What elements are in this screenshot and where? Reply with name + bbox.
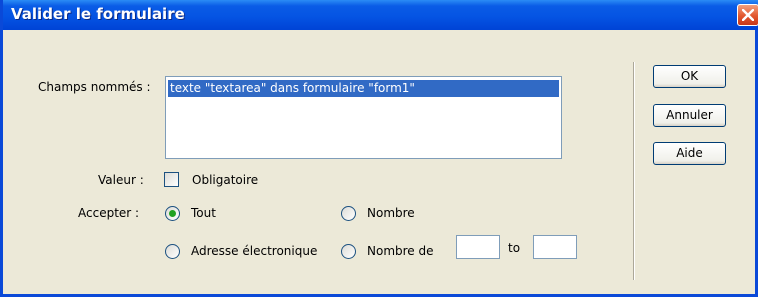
- button-separator: [633, 62, 635, 280]
- accept-label: Accepter :: [78, 206, 140, 220]
- radio-email[interactable]: [165, 244, 180, 259]
- required-checkbox[interactable]: [164, 172, 179, 187]
- dialog-window: Valider le formulaire Champs nommés : te…: [0, 0, 758, 297]
- radio-selected-dot: [169, 210, 176, 217]
- cancel-button[interactable]: Annuler: [653, 104, 726, 127]
- radio-number-range[interactable]: [341, 244, 356, 259]
- range-to-input[interactable]: [533, 235, 577, 259]
- range-to-label: to: [508, 241, 521, 255]
- radio-email-label[interactable]: Adresse électronique: [191, 244, 317, 258]
- help-button[interactable]: Aide: [653, 142, 726, 165]
- radio-number[interactable]: [341, 206, 356, 221]
- radio-anything[interactable]: [165, 206, 180, 221]
- named-fields-list[interactable]: texte "textarea" dans formulaire "form1": [165, 76, 562, 159]
- close-button[interactable]: [737, 4, 758, 26]
- radio-anything-label[interactable]: Tout: [191, 206, 216, 220]
- required-label[interactable]: Obligatoire: [192, 173, 258, 187]
- title-bar[interactable]: Valider le formulaire: [3, 0, 758, 30]
- value-label: Valeur :: [98, 173, 144, 187]
- dialog-title: Valider le formulaire: [11, 5, 185, 23]
- radio-number-range-label[interactable]: Nombre de: [367, 244, 434, 258]
- radio-number-label[interactable]: Nombre: [367, 206, 415, 220]
- range-from-input[interactable]: [456, 235, 500, 259]
- list-item[interactable]: texte "textarea" dans formulaire "form1": [168, 80, 559, 97]
- ok-button[interactable]: OK: [653, 65, 726, 88]
- named-fields-label: Champs nommés :: [38, 80, 151, 94]
- close-icon: [742, 9, 754, 21]
